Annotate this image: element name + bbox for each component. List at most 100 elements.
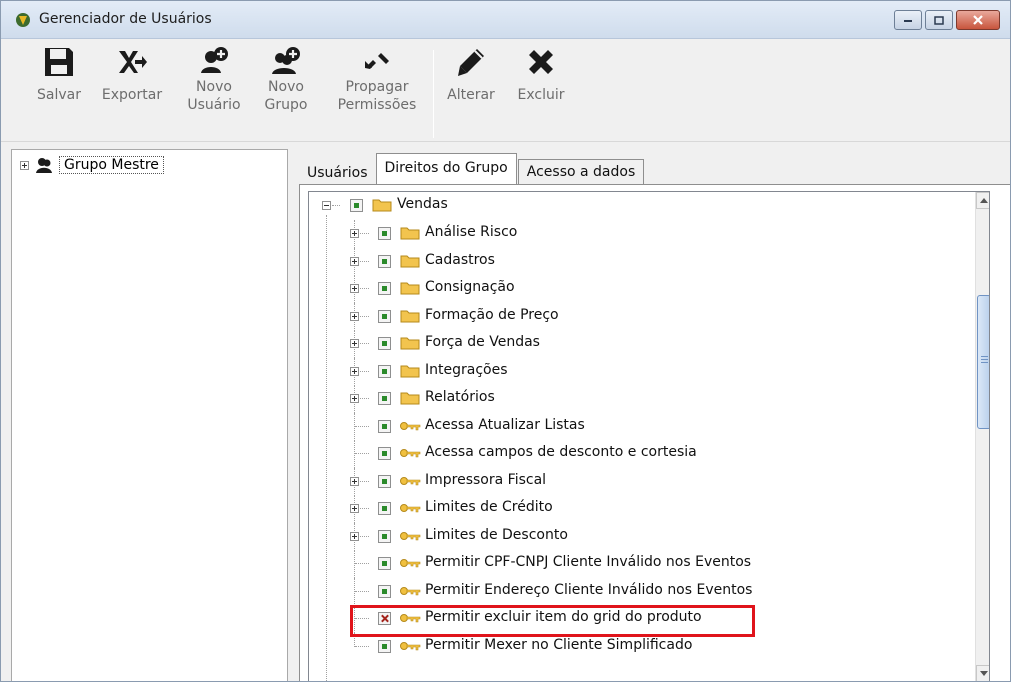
tree-node-label: Relatórios [425,389,495,405]
propagate-icon [365,53,389,69]
group-tree-panel[interactable]: Grupo Mestre [11,149,288,681]
key-icon [400,449,421,458]
expand-icon[interactable] [350,504,359,513]
key-icon [400,559,421,568]
tree-node-root[interactable]: Vendas [309,192,969,219]
tree-node[interactable]: Força de Vendas [309,330,969,358]
tab-strip: Usuários Direitos do Grupo Acesso a dado… [299,151,645,185]
new-group-button[interactable]: Novo Grupo [259,46,313,114]
maximize-button[interactable] [925,10,953,30]
checkbox-checked[interactable] [378,392,391,405]
tree-node-label: Permitir Endereço Cliente Inválido nos E… [425,581,753,598]
tree-node-label: Vendas [397,196,448,212]
tree-node[interactable]: Impressora Fiscal [309,467,969,496]
close-button[interactable] [956,10,1000,30]
tab-group-rights[interactable]: Direitos do Grupo [375,153,517,185]
checkbox-checked[interactable] [350,199,363,212]
expand-icon[interactable] [350,531,359,541]
tree-node[interactable]: Formação de Preço [309,302,969,331]
expand-icon[interactable] [350,229,359,238]
collapse-icon[interactable] [322,201,331,210]
checkbox-checked[interactable] [378,502,391,515]
expand-icon[interactable] [350,394,359,403]
save-label: Salvar [37,87,81,103]
folder-icon [400,310,420,322]
rights-tree[interactable]: Vendas Análise Risco Cadastros Consignação… [308,191,990,681]
grip-icon [981,356,988,365]
checkbox-checked[interactable] [378,227,391,240]
tree-node[interactable]: Cadastros [309,247,969,276]
new-user-button[interactable]: Novo Usuário [183,46,245,114]
scroll-down-button[interactable] [976,665,989,681]
tree-node-label: Limites de Desconto [425,526,568,543]
scroll-up-button[interactable] [976,192,989,209]
folder-icon [400,227,420,240]
expand-icon[interactable] [350,339,359,348]
tree-node[interactable]: Consignação [309,275,969,303]
chevron-down-icon [980,671,988,676]
delete-button[interactable]: Excluir [511,46,571,104]
tree-node[interactable]: Permitir CPF-CNPJ Cliente Inválido nos E… [309,550,969,578]
tab-data-access[interactable]: Acesso a dados [517,159,645,185]
group-tree-root[interactable]: Grupo Mestre [20,156,164,174]
checkbox-checked[interactable] [378,337,391,350]
app-icon [16,13,30,27]
folder-icon [400,255,420,267]
expand-icon[interactable] [350,256,359,266]
tree-line [355,645,369,647]
tree-node[interactable]: Limites de Crédito [309,495,969,523]
chevron-up-icon [980,198,988,203]
scroll-thumb[interactable] [977,295,989,429]
checkbox-checked[interactable] [378,447,391,460]
new-user-label-line2: Usuário [187,97,241,113]
checkbox-checked[interactable] [378,254,391,268]
key-icon [400,531,421,540]
tree-node-label: Cadastros [425,251,495,268]
checkbox-checked[interactable] [378,474,391,488]
tree-node[interactable]: Acessa Atualizar Listas [309,412,969,441]
checkbox-checked[interactable] [378,364,391,378]
checkbox-checked[interactable] [378,557,391,570]
expand-icon[interactable] [350,366,359,376]
tree-node[interactable]: Acessa campos de desconto e cortesia [309,440,969,468]
tree-line [354,577,355,606]
checkbox-checked[interactable] [378,639,391,653]
tree-node[interactable]: Permitir Endereço Cliente Inválido nos E… [309,577,969,606]
key-icon [400,476,421,485]
tree-node[interactable]: Relatórios [309,385,969,413]
propagate-label-line1: Propagar [345,79,409,95]
tree-node-label: Limites de Crédito [425,499,553,515]
export-button[interactable]: Exportar [97,46,167,104]
expand-icon[interactable] [20,160,29,170]
expand-icon[interactable] [350,284,359,293]
tree-line [355,563,369,564]
save-button[interactable]: Salvar [33,46,85,104]
title-bar[interactable]: Gerenciador de Usuários [1,1,1010,39]
checkbox-checked[interactable] [378,282,391,295]
expand-icon[interactable] [350,311,359,321]
edit-button[interactable]: Alterar [441,46,501,104]
checkbox-checked[interactable] [378,309,391,323]
tree-line [354,550,355,578]
tree-line [355,590,369,592]
tab-users[interactable]: Usuários [299,159,376,185]
checkbox-checked[interactable] [378,529,391,543]
tree-node[interactable]: Limites de Desconto [309,522,969,551]
tree-node[interactable]: Integrações [309,357,969,386]
propagate-permissions-button[interactable]: Propagar Permissões [331,46,423,114]
checkbox-checked[interactable] [378,419,391,433]
folder-icon [400,337,420,350]
expand-icon[interactable] [350,476,359,486]
tree-node[interactable]: Análise Risco [309,220,969,248]
group-name[interactable]: Grupo Mestre [59,156,164,174]
toolbar-separator [433,50,434,138]
folder-icon [400,282,420,295]
tree-node-label: Consignação [425,279,515,295]
checkbox-checked[interactable] [378,584,391,598]
group-icon [36,158,52,173]
vertical-scrollbar[interactable] [975,192,989,681]
close-icon [973,15,983,25]
minimize-icon [904,20,912,22]
minimize-button[interactable] [894,10,922,30]
folder-icon [400,392,420,405]
